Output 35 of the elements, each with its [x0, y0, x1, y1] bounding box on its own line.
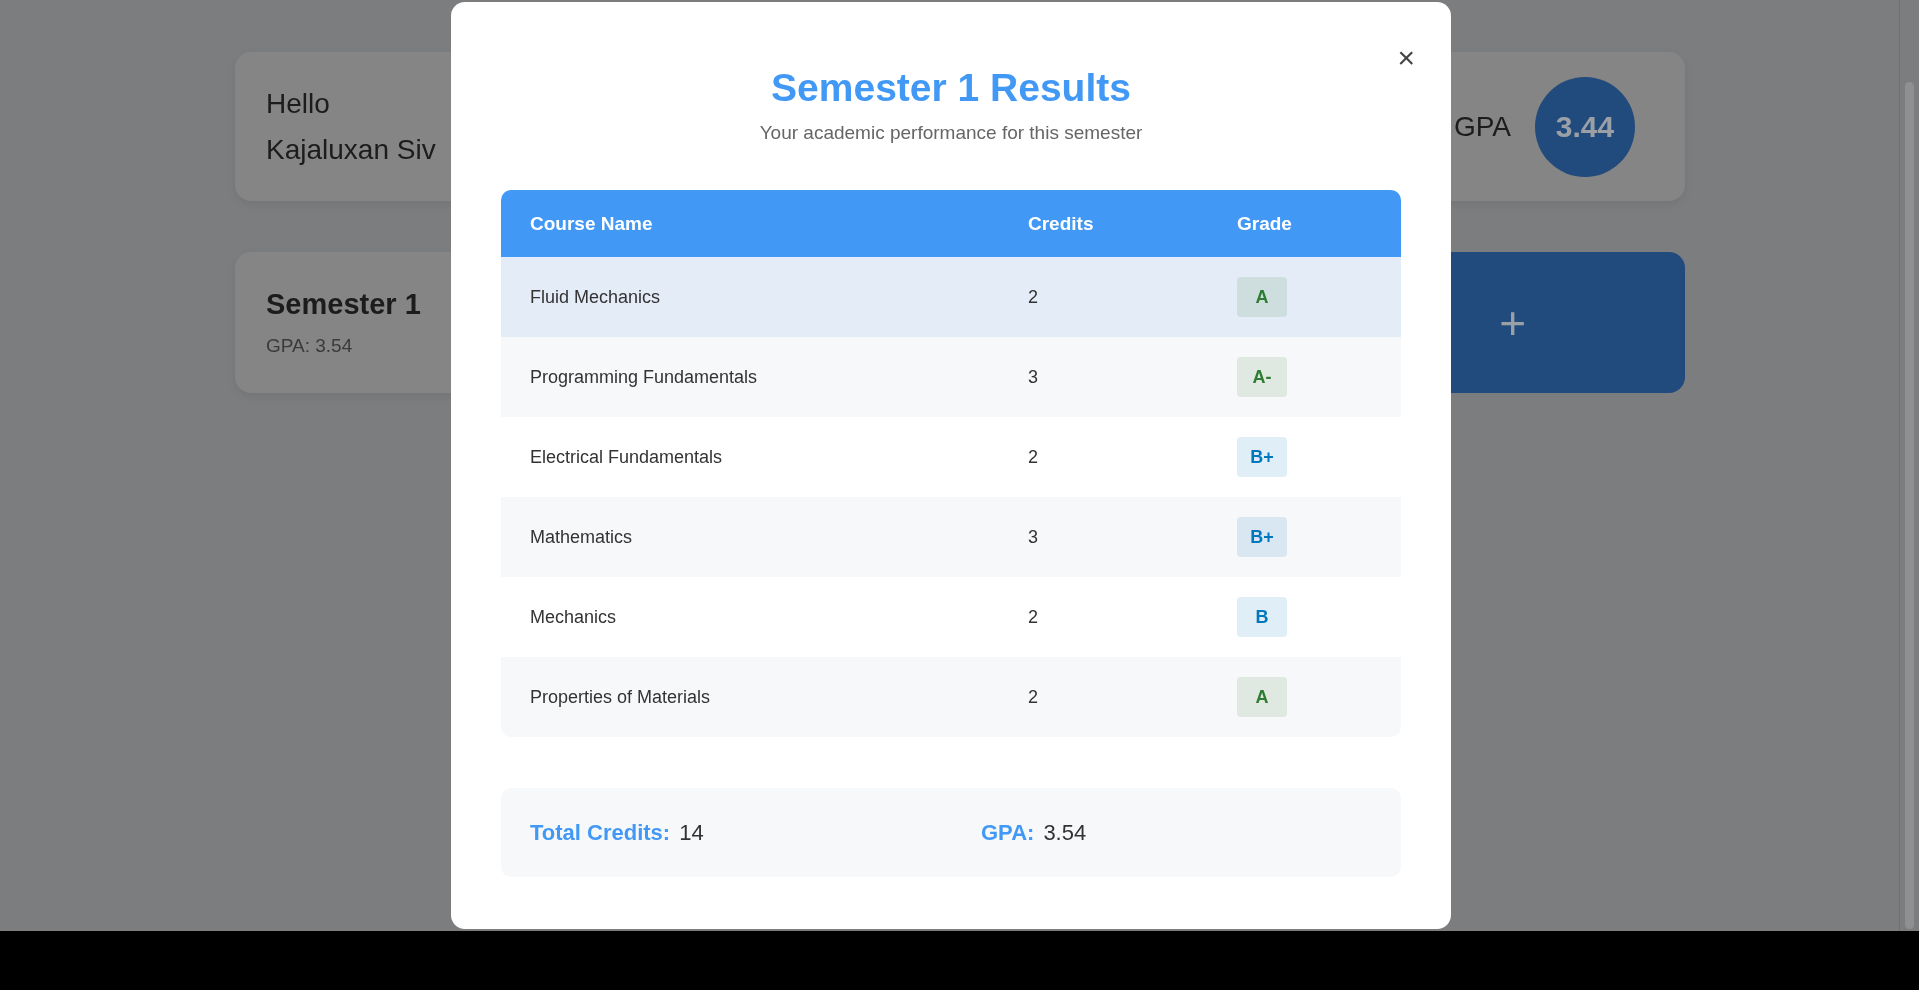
summary-label: Total Credits:	[530, 819, 671, 846]
grade-badge: B	[1237, 597, 1287, 637]
cgpa-value: 3.44	[1535, 76, 1635, 177]
grade-badge: B+	[1237, 517, 1287, 557]
grade-badge: B+	[1237, 437, 1287, 477]
close-button[interactable]: ×	[1391, 42, 1421, 74]
dialog-title: Semester 1 Results	[771, 66, 1131, 110]
cgpa-label: GPA	[1453, 109, 1511, 144]
dialog-subtitle: Your academic performance for this semester	[759, 122, 1143, 144]
summary-value: 3.54	[1043, 819, 1087, 846]
credits-cell-text: 2	[1027, 446, 1039, 468]
course-name: Mathematics	[529, 526, 634, 548]
greeting-text: Hello	[266, 86, 331, 121]
grade-badge: A	[1237, 277, 1287, 317]
table-row[interactable]: Programming Fundamentals 3 A-	[501, 337, 1401, 417]
user-name: Kajaluxan Siv	[266, 132, 436, 167]
grade-badge: A	[1237, 677, 1287, 717]
grade-badge: A-	[1237, 357, 1287, 397]
credits-cell-text: 3	[1027, 526, 1039, 548]
course-name: Electrical Fundamentals	[529, 446, 724, 468]
credits-cell-text: 2	[1027, 606, 1039, 628]
table-row[interactable]: Fluid Mechanics 2 A	[501, 257, 1401, 337]
credits-cell-text: 2	[1027, 686, 1039, 708]
table-row[interactable]: Mathematics 3 B+	[501, 497, 1401, 577]
summary-label: GPA:	[981, 819, 1035, 846]
semester-gpa: GPA: 3.54	[266, 335, 354, 357]
credits-cell-text: 2	[1027, 286, 1039, 308]
course-name: Properties of Materials	[529, 686, 712, 708]
credits-cell-text: 3	[1027, 366, 1039, 388]
summary-value: 14	[679, 819, 704, 846]
course-name: Mechanics	[529, 606, 618, 628]
table-row[interactable]: Properties of Materials 2 A	[501, 657, 1401, 737]
column-header: Credits	[1027, 212, 1095, 235]
column-header: Grade	[1236, 212, 1293, 235]
column-header: Course Name	[529, 212, 654, 235]
